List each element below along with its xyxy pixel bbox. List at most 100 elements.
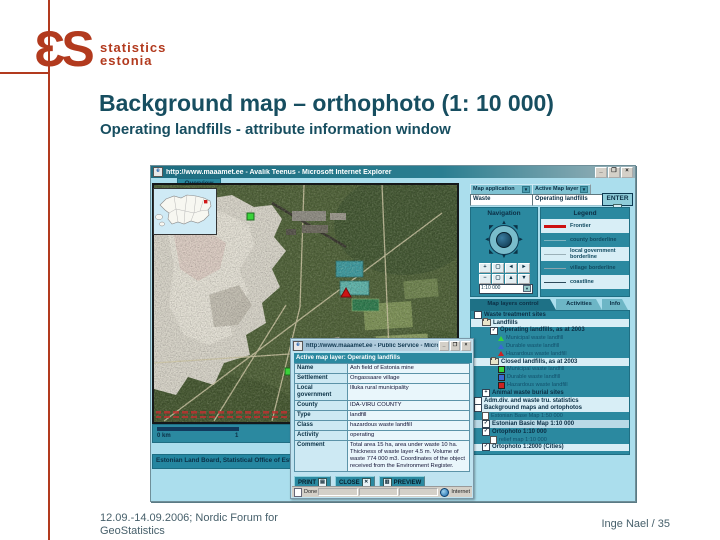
- full-extent-tool-button[interactable]: ▢: [492, 274, 504, 284]
- layer-label[interactable]: Ortophoto 1:2000 (Cities): [492, 444, 564, 450]
- popup-minimize-button[interactable]: _: [439, 340, 449, 351]
- layer-tree-row[interactable]: ✓ Ortophoto 1:10 000: [471, 427, 629, 436]
- layer-label[interactable]: Municipal waste landfill: [506, 335, 563, 341]
- move-right-tool-button[interactable]: ►: [518, 263, 530, 273]
- scale-select[interactable]: 1:10 000 ▼: [479, 284, 533, 294]
- move-up-tool-button[interactable]: ▲: [505, 274, 517, 284]
- dropdown-arrow-icon[interactable]: ▼: [523, 285, 531, 292]
- attribute-value: landfill: [350, 412, 367, 418]
- layer-tree-row[interactable]: Background maps and ortophotos: [471, 404, 629, 413]
- popup-maximize-button[interactable]: ❐: [450, 340, 460, 351]
- layer-checkbox[interactable]: [474, 404, 482, 413]
- dropdown-arrow-icon[interactable]: ▼: [580, 186, 588, 193]
- attribute-row: Activity operating: [295, 431, 469, 441]
- legend-item: village borderline: [541, 261, 629, 275]
- layer-tree-row[interactable]: Durable waste landfill: [471, 342, 629, 350]
- layer-label[interactable]: Estonian Basic Map 1:10 000: [492, 421, 574, 427]
- layer-label[interactable]: relief map 1:10 000: [499, 437, 547, 443]
- layer-tree-row[interactable]: Hazardous waste landfill: [471, 381, 629, 389]
- popup-title-bar[interactable]: e http://www.maaamet.ee - Public Service…: [292, 340, 472, 351]
- layer-label[interactable]: Durable waste landfill: [506, 343, 559, 349]
- pan-north-arrow[interactable]: ▲: [501, 220, 507, 226]
- zoom-in-tool-button[interactable]: +: [479, 263, 491, 273]
- layer-tree-row[interactable]: relief map 1:10 000: [471, 435, 629, 444]
- overview-inset-map[interactable]: [153, 188, 217, 235]
- layer-tree-row[interactable]: Estonian Base Map 1:50 000: [471, 412, 629, 421]
- pan-southwest-arrow[interactable]: ◣: [489, 249, 494, 255]
- layer-label[interactable]: Estonian Base Map 1:50 000: [491, 413, 563, 419]
- layer-checkbox[interactable]: [474, 311, 482, 319]
- move-left-tool-button[interactable]: ◄: [505, 263, 517, 273]
- layer-tree-row[interactable]: Adm.div. and waste tru. statistics: [471, 396, 629, 405]
- pan-east-arrow[interactable]: ►: [518, 237, 524, 243]
- browser-title-bar[interactable]: e http://www.maaamet.ee - Avalik Teenus …: [151, 166, 635, 178]
- layer-label[interactable]: Hazardous waste landfill: [506, 351, 567, 357]
- move-down-tool-button[interactable]: ▼: [518, 274, 530, 284]
- layer-label[interactable]: Operating landfills, as at 2003: [500, 327, 585, 333]
- layer-label[interactable]: Landfills: [493, 320, 518, 326]
- layer-tree-row[interactable]: ✓ Ortophoto 1:2000 (Cities): [471, 443, 629, 452]
- layer-label[interactable]: Waste treatment sites: [484, 312, 546, 318]
- expand-plus-icon[interactable]: +: [482, 388, 490, 397]
- attribute-value: IDA-VIRU COUNTY: [350, 402, 402, 408]
- layer-tree-row[interactable]: Municipal waste landfill: [471, 334, 629, 342]
- navigation-compass[interactable]: ▲ ▼ ◄ ► ◤ ◥ ◣ ◢: [484, 220, 524, 260]
- layer-tree-row[interactable]: Closed landfills, as at 2003: [471, 357, 629, 366]
- layer-tree-row[interactable]: Municipal waste landfill: [471, 365, 629, 374]
- layer-checkbox[interactable]: ✓: [482, 420, 490, 429]
- layer-label[interactable]: Durable waste landfill: [507, 374, 560, 380]
- layer-tree-row[interactable]: Durable waste landfill: [471, 373, 629, 381]
- zoom-out-tool-button[interactable]: −: [479, 274, 491, 284]
- map-application-value[interactable]: Waste: [470, 194, 533, 206]
- attribute-row: Name Ash field of Estonia mine: [295, 364, 469, 374]
- layer-tree-row[interactable]: Waste treatment sites: [471, 311, 629, 319]
- browser-client-area: Overview: [151, 178, 633, 500]
- legend-item: local government borderline: [541, 247, 629, 261]
- tab-activities[interactable]: Activities: [556, 299, 602, 310]
- status-cells: [317, 488, 439, 496]
- layer-label[interactable]: Ortophoto 1:10 000: [492, 429, 547, 435]
- pan-northwest-arrow[interactable]: ◤: [489, 225, 494, 231]
- layer-label[interactable]: Adm.div. and waste tru. statistics: [484, 398, 579, 404]
- layer-label[interactable]: Closed landfills, as at 2003: [501, 359, 577, 365]
- layer-tree-row[interactable]: ✓ Operating landfills, as at 2003: [471, 326, 629, 335]
- compass-globe-icon[interactable]: [496, 232, 512, 248]
- pan-tool-button[interactable]: ▢: [492, 263, 504, 273]
- attribute-label: Activity: [295, 431, 348, 440]
- layer-checkbox[interactable]: ✓: [490, 326, 498, 335]
- attribute-label: Local government: [295, 384, 348, 400]
- layer-label[interactable]: Municipal waste landfill: [507, 366, 564, 372]
- estonia-overview-image: [154, 189, 216, 234]
- popup-close-button[interactable]: ×: [461, 340, 471, 351]
- layer-tree-row[interactable]: + Animal waste burial sites: [471, 388, 629, 397]
- active-layer-label: Active Map layer: [535, 186, 579, 192]
- operating-landfill-marker[interactable]: [246, 212, 255, 221]
- pan-south-arrow[interactable]: ▼: [501, 254, 507, 260]
- layer-checkbox[interactable]: [474, 396, 482, 405]
- pan-west-arrow[interactable]: ◄: [484, 237, 490, 243]
- square-symbol-icon: [498, 373, 505, 381]
- layer-label[interactable]: Hazardous waste landfill: [507, 382, 568, 388]
- tab-map-layers-control[interactable]: Map layers control: [470, 299, 556, 310]
- layer-checkbox[interactable]: ✓: [482, 443, 490, 452]
- layer-label[interactable]: Background maps and ortophotos: [484, 405, 582, 411]
- active-layer-value[interactable]: Operating landfills: [532, 194, 604, 206]
- pan-northeast-arrow[interactable]: ◥: [513, 225, 518, 231]
- legend-panel: Legend Frontier county borderline local go…: [540, 207, 630, 297]
- maximize-button[interactable]: ❐: [608, 166, 620, 178]
- tab-info[interactable]: Info: [602, 299, 628, 310]
- layer-checkbox[interactable]: ✓: [482, 427, 490, 436]
- pan-southeast-arrow[interactable]: ◢: [513, 249, 518, 255]
- dropdown-arrow-icon[interactable]: ▼: [522, 186, 530, 193]
- layer-tree-row[interactable]: ✓ Estonian Basic Map 1:10 000: [471, 420, 629, 429]
- close-button[interactable]: ×: [621, 166, 633, 178]
- attribute-label: Class: [295, 421, 348, 430]
- layer-label[interactable]: Animal waste burial sites: [492, 390, 564, 396]
- enter-button[interactable]: ENTER →: [602, 193, 633, 212]
- ie-browser-window: e http://www.maaamet.ee - Avalik Teenus …: [150, 165, 636, 502]
- layers-tab-bar: Map layers control Activities Info: [470, 299, 628, 310]
- minimize-button[interactable]: _: [595, 166, 607, 178]
- document-icon: [490, 435, 497, 444]
- attribute-value: Ash field of Estonia mine: [350, 365, 414, 371]
- layer-tree-row[interactable]: Landfills: [471, 318, 629, 327]
